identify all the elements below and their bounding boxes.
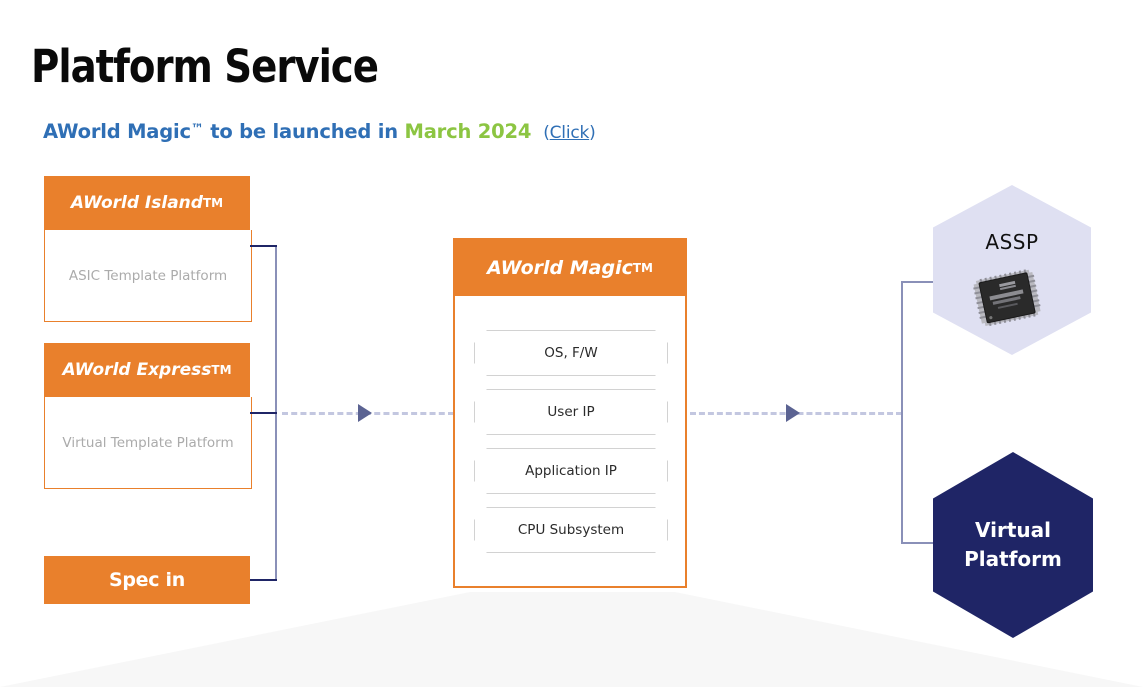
subtitle-product: AWorld Magic bbox=[43, 120, 191, 143]
aworld-island-header[interactable]: AWorld Island TM bbox=[44, 176, 250, 230]
flow-arrow-right-icon bbox=[786, 404, 800, 422]
layer-application-ip[interactable]: Application IP bbox=[474, 448, 668, 494]
subtitle-trademark-icon: ™ bbox=[190, 122, 204, 137]
aworld-express-header[interactable]: AWorld Express TM bbox=[44, 343, 250, 397]
right-bracket-vertical bbox=[901, 281, 903, 544]
layer-os-fw-label: OS, F/W bbox=[544, 345, 598, 361]
aworld-island-trademark-icon: TM bbox=[202, 196, 224, 210]
subtitle-date: March 2024 bbox=[404, 120, 532, 143]
layer-cpu-subsystem-label: CPU Subsystem bbox=[517, 522, 625, 538]
left-bracket-stub-middle bbox=[250, 412, 277, 414]
aworld-island-title: AWorld Island bbox=[70, 193, 203, 213]
virtual-platform-label: Virtual Platform bbox=[964, 516, 1062, 574]
aworld-magic-panel: AWorld Magic TM OS, F/W User IP Applicati… bbox=[453, 238, 687, 588]
integrated-circuit-chip-icon bbox=[973, 269, 1041, 327]
slide-canvas: Platform Service AWorld Magic™ to be lau… bbox=[0, 0, 1143, 687]
virtual-platform-line2: Platform bbox=[964, 547, 1062, 571]
left-bracket-stub-top bbox=[250, 245, 277, 247]
flow-arrow-left-icon bbox=[358, 404, 372, 422]
left-bracket-stub-bottom bbox=[250, 579, 277, 581]
aworld-magic-trademark-icon: TM bbox=[632, 261, 653, 275]
virtual-platform-line1: Virtual bbox=[975, 518, 1051, 542]
page-title: Platform Service bbox=[31, 40, 379, 93]
link-label: Click bbox=[549, 123, 590, 143]
virtual-platform-hexagon[interactable]: Virtual Platform bbox=[933, 452, 1093, 638]
spec-in-label: Spec in bbox=[109, 569, 185, 591]
aworld-express-trademark-icon: TM bbox=[211, 363, 232, 377]
assp-label: ASSP bbox=[985, 230, 1039, 254]
layer-user-ip[interactable]: User IP bbox=[474, 389, 668, 435]
subtitle: AWorld Magic™ to be launched in March 20… bbox=[43, 120, 596, 143]
aworld-express-body-label: Virtual Template Platform bbox=[62, 434, 234, 451]
spec-in-button[interactable]: Spec in bbox=[44, 556, 250, 604]
layer-os-fw[interactable]: OS, F/W bbox=[474, 330, 668, 376]
aworld-island-body-label: ASIC Template Platform bbox=[68, 267, 228, 284]
aworld-magic-title: AWorld Magic bbox=[487, 257, 633, 279]
link-paren-close: ) bbox=[589, 123, 596, 143]
aworld-express-body: Virtual Template Platform bbox=[44, 397, 252, 489]
aworld-express-title: AWorld Express bbox=[62, 360, 212, 380]
layer-user-ip-label: User IP bbox=[547, 404, 595, 420]
subtitle-middle: to be launched in bbox=[203, 120, 405, 143]
layer-application-ip-label: Application IP bbox=[525, 463, 617, 479]
aworld-magic-header[interactable]: AWorld Magic TM bbox=[455, 240, 685, 296]
aworld-island-body: ASIC Template Platform bbox=[44, 230, 252, 322]
click-link[interactable]: (Click) bbox=[543, 123, 596, 143]
layer-cpu-subsystem[interactable]: CPU Subsystem bbox=[474, 507, 668, 553]
